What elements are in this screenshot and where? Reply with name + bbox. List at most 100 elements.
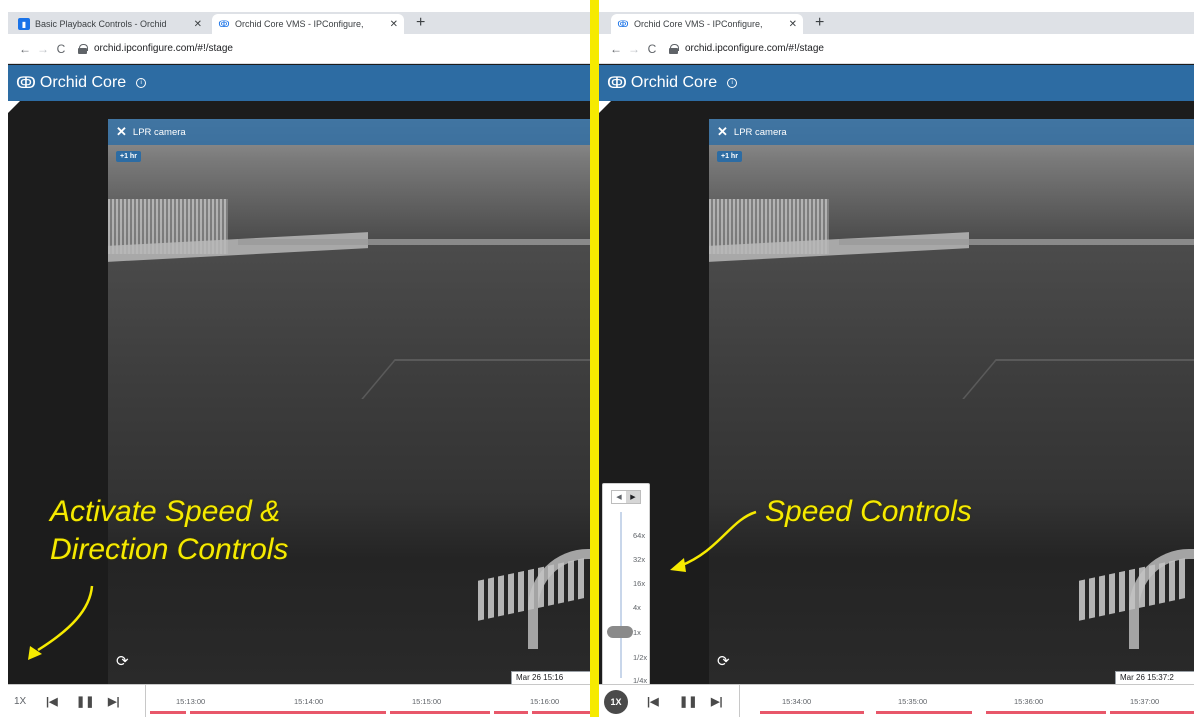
forward-direction-icon[interactable]: ▶ [626,491,640,503]
timeline[interactable]: 15:34:00 15:35:00 15:36:00 15:37:00 [739,685,1194,717]
timeline-label: 15:15:00 [412,697,442,706]
tab-label: Basic Playback Controls - Orchid [35,19,167,29]
close-icon[interactable]: ✕ [390,19,398,30]
tab-strip: ↂ Orchid Core VMS - IPConfigure, ✕ + [599,12,1194,34]
speed-option[interactable]: 64x [633,531,645,540]
forward-icon[interactable]: → [34,42,52,56]
ptz-icon[interactable]: ⟳ [116,652,129,670]
playback-bar: 1X |◀ ❚❚ ▶| 15:13:00 15:14:00 15:15:00 1… [8,684,590,717]
video-scene-road [238,239,590,245]
back-icon[interactable]: ← [607,42,625,56]
speed-option[interactable]: 1/2x [633,653,647,662]
timestamp-box: Mar 26 15:37:2 [1115,671,1194,685]
reload-icon[interactable]: C [643,42,661,56]
app-title: Orchid Core [39,74,127,91]
camera-title-bar[interactable]: ✕ LPR camera [709,119,1194,145]
left-browser-window: ▮ Basic Playback Controls - Orchid ✕ ↂ O… [8,12,590,717]
app-title: Orchid Core [630,74,718,91]
direction-toggle[interactable]: ◀ ▶ [611,490,641,504]
ptz-icon[interactable]: ⟳ [717,652,730,670]
tab-label: Orchid Core VMS - IPConfigure, [634,19,763,29]
speed-option[interactable]: 32x [633,555,645,564]
yellow-divider [590,0,599,717]
tab-strip: ▮ Basic Playback Controls - Orchid ✕ ↂ O… [8,12,590,34]
pause-icon[interactable]: ❚❚ [76,695,94,708]
camera-name: LPR camera [733,126,787,138]
speed-option[interactable]: 1x [633,628,641,637]
book-icon: ▮ [18,18,30,30]
stage-corner [8,101,20,113]
speed-button[interactable]: 1X [604,690,628,714]
video-scene-road [839,239,1194,245]
forward-icon[interactable]: → [625,42,643,56]
tab-basic-playback[interactable]: ▮ Basic Playback Controls - Orchid ✕ [12,14,208,34]
orchid-icon: ↂ [617,18,629,29]
lock-icon [669,43,679,54]
video-scene-curb-corner [1129,549,1194,649]
new-tab-button[interactable]: + [416,14,425,32]
recording-segment [494,711,528,714]
speed-slider-thumb[interactable] [607,626,633,638]
tab-label: Orchid Core VMS - IPConfigure, [235,19,364,29]
pause-icon[interactable]: ❚❚ [679,695,697,708]
stage-corner [599,101,611,113]
expand-icon[interactable]: ✕ [116,124,127,140]
expand-icon[interactable]: ✕ [717,124,728,140]
url-field[interactable]: orchid.ipconfigure.com/#!/stage [94,43,233,54]
app-header: ↂ Orchid Core i [8,65,590,101]
skip-forward-icon[interactable]: ▶| [108,695,120,708]
playback-bar: 1X |◀ ❚❚ ▶| 15:34:00 15:35:00 15:36:00 1… [599,684,1194,717]
close-icon[interactable]: ✕ [194,19,202,30]
speed-popup: ◀ ▶ 64x 32x 16x 4x 1x 1/2x 1/4x [602,483,650,688]
annotation-speed-controls: Speed Controls [765,495,972,528]
tab-orchid-core[interactable]: ↂ Orchid Core VMS - IPConfigure, ✕ [611,14,803,34]
new-tab-button[interactable]: + [815,14,824,32]
timeline[interactable]: 15:13:00 15:14:00 15:15:00 15:16:00 [145,685,590,717]
recording-segment [876,711,972,714]
timeline-label: 15:16:00 [530,697,560,706]
orchid-icon: ↂ [218,18,230,29]
annotation-line: Activate Speed & [50,495,281,528]
timeline-label: 15:35:00 [898,697,928,706]
url-field[interactable]: orchid.ipconfigure.com/#!/stage [685,43,824,54]
timeline-label: 15:37:00 [1130,697,1160,706]
address-bar: ← → C orchid.ipconfigure.com/#!/stage [599,34,1194,64]
info-icon[interactable]: i [136,78,147,88]
lock-icon [78,43,88,54]
timeline-label: 15:34:00 [782,697,812,706]
speed-slider-track[interactable] [620,512,622,678]
reload-icon[interactable]: C [52,42,70,56]
skip-forward-icon[interactable]: ▶| [711,695,723,708]
camera-name: LPR camera [132,126,186,138]
info-icon[interactable]: i [727,78,738,88]
timeline-label: 15:14:00 [294,697,324,706]
video-scene-patch [962,359,1194,399]
timezone-badge: +1 hr [116,151,141,162]
address-bar: ← → C orchid.ipconfigure.com/#!/stage [8,34,590,64]
back-icon[interactable]: ← [16,42,34,56]
tab-orchid-core[interactable]: ↂ Orchid Core VMS - IPConfigure, ✕ [212,14,404,34]
skip-back-icon[interactable]: |◀ [46,695,58,708]
skip-back-icon[interactable]: |◀ [647,695,659,708]
camera-title-bar[interactable]: ✕ LPR camera [108,119,590,145]
timestamp-box: Mar 26 15:16 [511,671,590,685]
camera-video[interactable]: ✕ LPR camera +1 hr ⟳ [108,119,590,684]
orchid-logo-icon: ↂ [16,75,36,92]
timeline-label: 15:13:00 [176,697,206,706]
orchid-logo-icon: ↂ [607,75,627,92]
close-icon[interactable]: ✕ [789,19,797,30]
annotation-line: Direction Controls [50,533,289,566]
recording-segment [150,711,186,714]
camera-video[interactable]: ✕ LPR camera +1 hr ⟳ [709,119,1194,684]
recording-segment [986,711,1106,714]
reverse-icon[interactable]: ◀ [612,491,626,503]
speed-option[interactable]: 4x [633,603,641,612]
recording-segment [190,711,386,714]
recording-segment [390,711,490,714]
recording-segment [760,711,864,714]
timeline-label: 15:36:00 [1014,697,1044,706]
video-scene-curb-corner [528,549,590,649]
speed-option[interactable]: 16x [633,579,645,588]
speed-button[interactable]: 1X [14,696,26,707]
annotation-activate-controls: Activate Speed & Direction Controls [50,493,288,569]
